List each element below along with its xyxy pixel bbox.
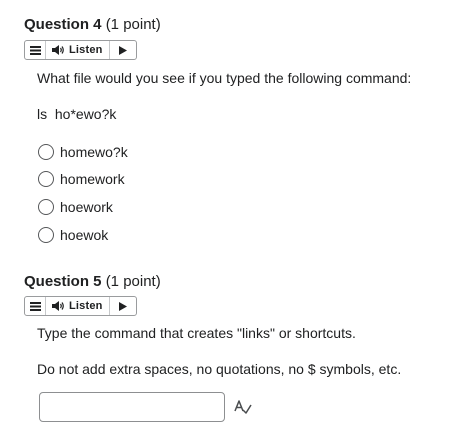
question-4-command: ls ho*ewo?k	[37, 106, 117, 122]
option-label: homework	[60, 171, 125, 187]
hamburger-menu-icon	[29, 45, 41, 55]
spellcheck-icon[interactable]	[234, 399, 252, 415]
option-label: hoewok	[60, 227, 109, 243]
question-5-prompt: Type the command that creates "links" or…	[37, 325, 356, 341]
radio-button[interactable]	[38, 144, 54, 160]
option-homewo-k[interactable]: homewo?k	[38, 143, 128, 161]
hamburger-menu-icon	[29, 301, 41, 311]
radio-button[interactable]	[38, 199, 54, 215]
option-homework[interactable]: homework	[38, 170, 125, 188]
listen-toolbar-q5: Listen	[24, 296, 137, 316]
play-button[interactable]	[110, 297, 136, 315]
radio-button[interactable]	[38, 227, 54, 243]
listen-toolbar-q4: Listen	[24, 40, 137, 60]
listen-button[interactable]: Listen	[46, 41, 110, 59]
radio-button[interactable]	[38, 171, 54, 187]
question-5-instruction: Do not add extra spaces, no quotations, …	[37, 361, 402, 377]
listen-button[interactable]: Listen	[46, 297, 110, 315]
question-4-title: Question 4 (1 point)	[24, 16, 161, 33]
option-hoewok[interactable]: hoewok	[38, 226, 108, 244]
option-label: hoework	[60, 199, 113, 215]
option-label: homewo?k	[60, 144, 128, 160]
listen-menu-button[interactable]	[25, 41, 46, 59]
play-button[interactable]	[110, 41, 136, 59]
listen-label: Listen	[69, 300, 103, 312]
speaker-icon	[52, 301, 64, 311]
question-4-prompt: What file would you see if you typed the…	[37, 70, 412, 86]
answer-input[interactable]	[39, 392, 225, 422]
listen-label: Listen	[69, 44, 103, 56]
play-icon	[119, 45, 127, 55]
listen-menu-button[interactable]	[25, 297, 46, 315]
question-5-title: Question 5 (1 point)	[24, 273, 161, 290]
play-icon	[119, 301, 127, 311]
option-hoework[interactable]: hoework	[38, 198, 113, 216]
speaker-icon	[52, 45, 64, 55]
